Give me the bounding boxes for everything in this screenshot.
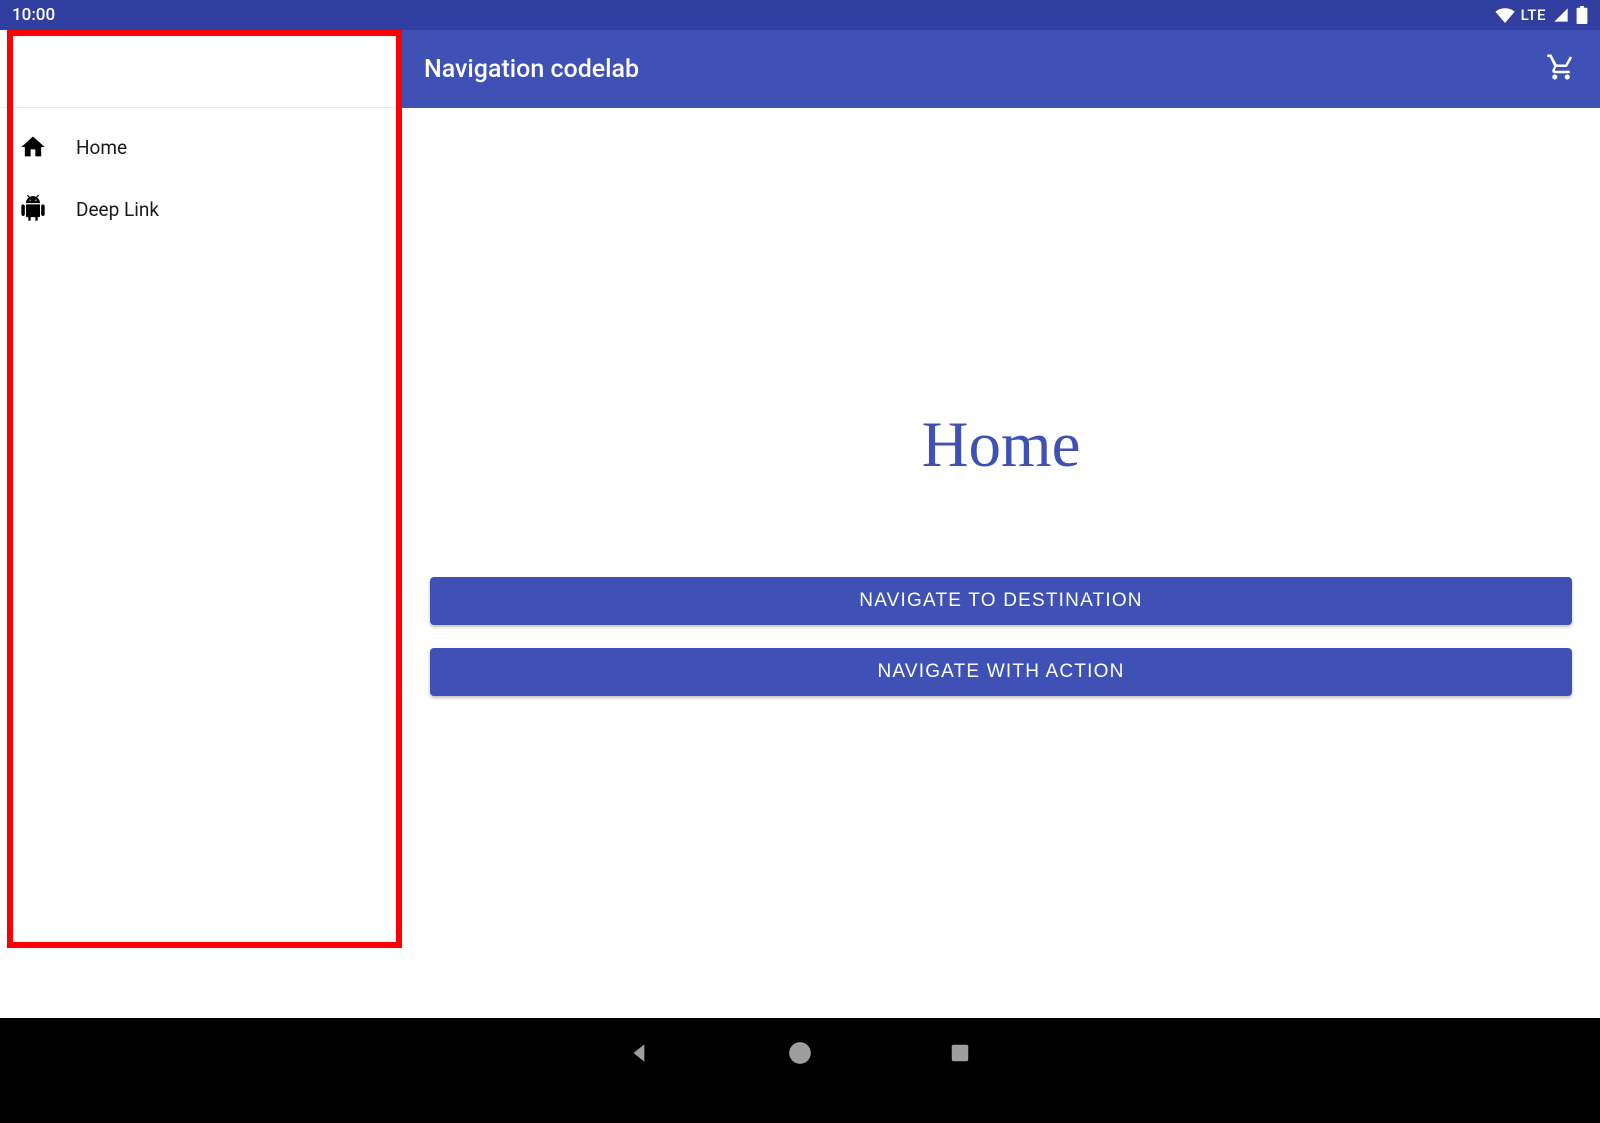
nav-drawer: Home Deep Link (0, 30, 402, 1018)
app-surface: 10:00 LTE (0, 0, 1600, 1018)
drawer-item-home[interactable]: Home (0, 116, 402, 178)
screen: 10:00 LTE (0, 0, 1600, 1018)
network-label: LTE (1521, 6, 1546, 24)
nav-back-button[interactable] (625, 1038, 655, 1068)
status-indicators: LTE (1495, 6, 1588, 24)
back-icon (627, 1040, 653, 1066)
nav-home-button[interactable] (785, 1038, 815, 1068)
home-circle-icon (787, 1040, 813, 1066)
button-label: NAVIGATE TO DESTINATION (859, 590, 1142, 612)
status-bar: 10:00 LTE (0, 0, 1600, 30)
app-bar: Navigation codelab (402, 30, 1600, 108)
navigate-action-button[interactable]: NAVIGATE WITH ACTION (430, 648, 1572, 696)
navigate-destination-button[interactable]: NAVIGATE TO DESTINATION (430, 577, 1572, 625)
page-heading: Home (922, 408, 1081, 483)
home-icon (18, 132, 48, 162)
recents-icon (949, 1042, 971, 1064)
cellular-icon (1552, 7, 1570, 23)
main-column: Navigation codelab Home NAVIGATE TO DEST… (402, 30, 1600, 1018)
content-area: Home NAVIGATE TO DESTINATION NAVIGATE WI… (402, 108, 1600, 1018)
system-nav-bar (0, 1018, 1600, 1123)
drawer-item-label: Home (76, 136, 127, 159)
cart-icon (1546, 52, 1576, 86)
drawer-item-label: Deep Link (76, 198, 159, 221)
appbar-title: Navigation codelab (424, 55, 639, 84)
nav-recents-button[interactable] (945, 1038, 975, 1068)
cart-button[interactable] (1544, 52, 1578, 86)
battery-icon (1576, 6, 1588, 24)
android-icon (18, 194, 48, 224)
drawer-item-deeplink[interactable]: Deep Link (0, 178, 402, 240)
button-label: NAVIGATE WITH ACTION (877, 661, 1124, 683)
drawer-header (0, 30, 402, 108)
device-frame: 10:00 LTE (0, 0, 1600, 1123)
wifi-icon (1495, 7, 1515, 23)
status-time: 10:00 (12, 5, 55, 25)
app-body: Home Deep Link Navigation codelab (0, 30, 1600, 1018)
drawer-items: Home Deep Link (0, 108, 402, 240)
